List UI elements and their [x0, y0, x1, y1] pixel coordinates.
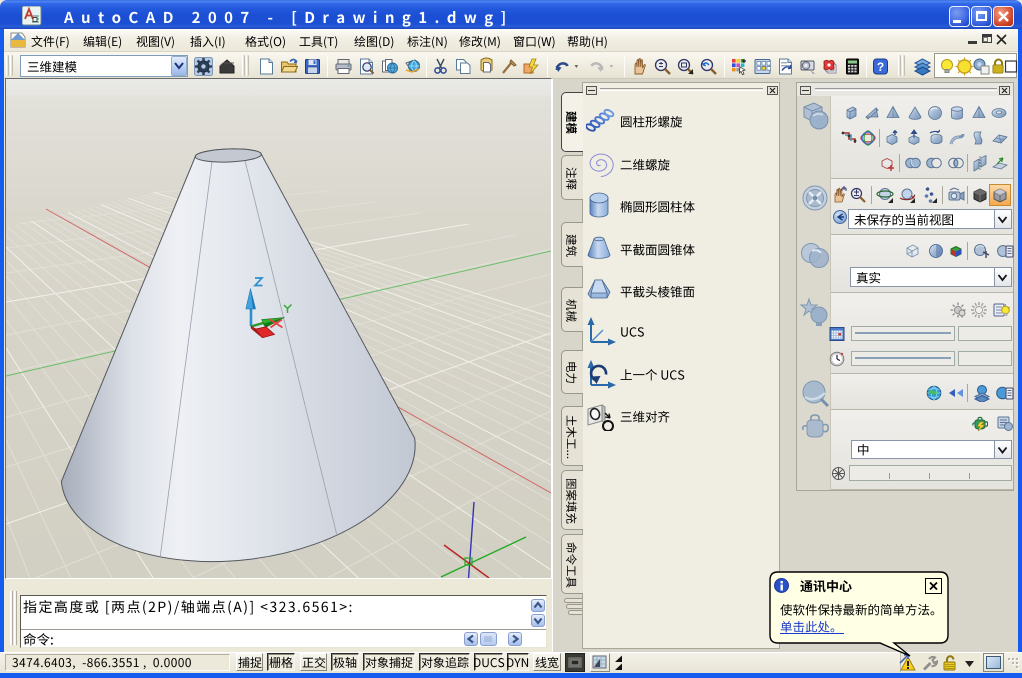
svg-text:?: ?: [877, 60, 884, 74]
